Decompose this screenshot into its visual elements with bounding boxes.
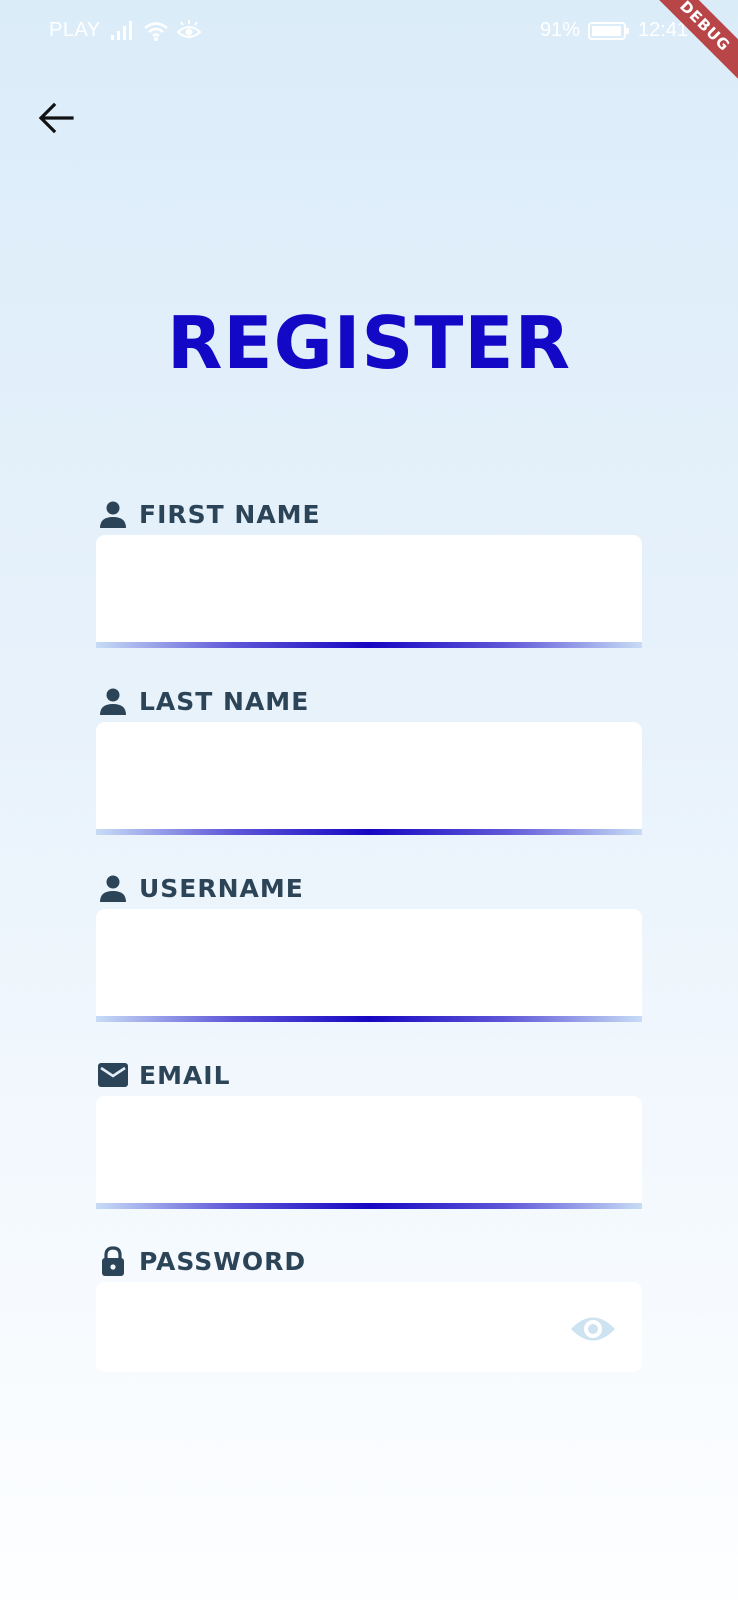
status-bar-left: PLAY	[49, 19, 201, 42]
eye-comfort-icon	[176, 19, 201, 42]
arrow-left-icon	[36, 102, 76, 142]
email-field: EMAIL	[96, 1060, 642, 1209]
email-label: EMAIL	[139, 1060, 231, 1090]
username-input-box[interactable]	[96, 909, 642, 1022]
username-underline	[96, 1016, 642, 1022]
carrier-label: PLAY	[49, 19, 101, 41]
first-name-underline	[96, 642, 642, 648]
first-name-label-row: FIRST NAME	[96, 499, 642, 529]
password-input[interactable]	[96, 1282, 642, 1372]
last-name-label-row: LAST NAME	[96, 686, 642, 716]
status-bar: PLAY 91% 12:41	[0, 0, 738, 62]
password-field: PASSWORD	[96, 1246, 642, 1372]
username-label: USERNAME	[139, 873, 304, 903]
email-label-row: EMAIL	[96, 1060, 642, 1090]
mail-icon	[98, 1060, 128, 1090]
email-input[interactable]	[96, 1096, 642, 1209]
email-underline	[96, 1203, 642, 1209]
username-field: USERNAME	[96, 873, 642, 1022]
lock-icon	[98, 1246, 128, 1276]
last-name-field: LAST NAME	[96, 686, 642, 835]
wifi-icon	[143, 20, 169, 42]
back-button[interactable]	[36, 98, 76, 138]
person-icon	[98, 499, 128, 529]
username-input[interactable]	[96, 909, 642, 1022]
first-name-field: FIRST NAME	[96, 499, 642, 648]
battery-percent: 91%	[540, 19, 581, 41]
password-input-box[interactable]	[96, 1282, 642, 1372]
page-title: REGISTER	[166, 301, 572, 385]
person-icon	[98, 873, 128, 903]
password-label-row: PASSWORD	[96, 1246, 642, 1276]
last-name-input[interactable]	[96, 722, 642, 835]
last-name-underline	[96, 829, 642, 835]
last-name-input-box[interactable]	[96, 722, 642, 835]
clock: 12:41	[638, 19, 689, 41]
first-name-input[interactable]	[96, 535, 642, 648]
password-label: PASSWORD	[139, 1246, 307, 1276]
battery-icon	[588, 21, 630, 41]
username-label-row: USERNAME	[96, 873, 642, 903]
first-name-label: FIRST NAME	[139, 499, 321, 529]
person-icon	[98, 686, 128, 716]
eye-icon[interactable]	[569, 1312, 617, 1346]
last-name-label: LAST NAME	[139, 686, 310, 716]
status-bar-right: 91% 12:41	[540, 19, 688, 42]
email-input-box[interactable]	[96, 1096, 642, 1209]
first-name-input-box[interactable]	[96, 535, 642, 648]
signal-icon	[109, 20, 135, 42]
